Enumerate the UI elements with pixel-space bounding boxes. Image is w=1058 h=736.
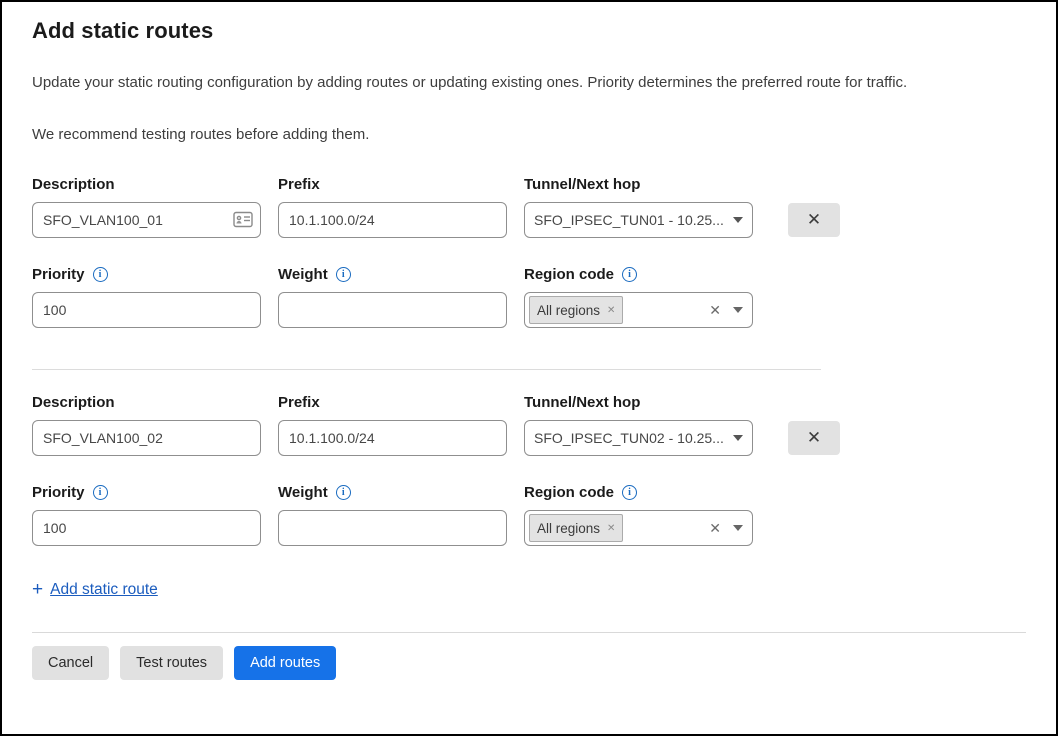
info-icon[interactable]: i [93, 267, 108, 282]
region-label-text: Region code [524, 266, 614, 283]
route-divider [32, 369, 821, 370]
description-input[interactable] [32, 420, 261, 456]
prefix-label: Prefix [278, 176, 507, 193]
chevron-down-icon [733, 217, 743, 223]
tunnel-select[interactable]: SFO_IPSEC_TUN02 - 10.25... [524, 420, 753, 456]
add-routes-button[interactable]: Add routes [234, 646, 336, 680]
add-static-routes-dialog: Add static routes Update your static rou… [2, 2, 1056, 680]
description-input[interactable] [32, 202, 261, 238]
priority-field-1: Priority i [32, 266, 261, 328]
prefix-field-1: Prefix [278, 176, 507, 238]
weight-input[interactable] [278, 292, 507, 328]
contact-card-icon [233, 211, 253, 228]
region-field-1: Region code i All regions ✕ ✕ [524, 266, 753, 328]
priority-label: Priority i [32, 484, 261, 501]
remove-route-button[interactable]: ✕ [788, 203, 840, 237]
tunnel-select[interactable]: SFO_IPSEC_TUN01 - 10.25... [524, 202, 753, 238]
weight-field-1: Weight i [278, 266, 507, 328]
remove-route-button[interactable]: ✕ [788, 421, 840, 455]
tunnel-label: Tunnel/Next hop [524, 394, 753, 411]
add-static-route-row: + Add static route [32, 579, 1026, 601]
region-chip-label: All regions [537, 303, 600, 318]
weight-input[interactable] [278, 510, 507, 546]
info-icon[interactable]: i [336, 267, 351, 282]
intro-text: Update your static routing configuration… [32, 74, 1026, 91]
info-icon[interactable]: i [622, 485, 637, 500]
description-field-2: Description [32, 394, 261, 456]
region-multiselect[interactable]: All regions ✕ ✕ [524, 510, 753, 546]
weight-field-2: Weight i [278, 484, 507, 546]
chip-remove-icon[interactable]: ✕ [607, 523, 615, 534]
tunnel-field-1: Tunnel/Next hop SFO_IPSEC_TUN01 - 10.25.… [524, 176, 753, 238]
priority-field-2: Priority i [32, 484, 261, 546]
description-label: Description [32, 176, 261, 193]
info-icon[interactable]: i [336, 485, 351, 500]
clear-selection-icon[interactable]: ✕ [709, 302, 721, 319]
priority-label: Priority i [32, 266, 261, 283]
region-chip: All regions ✕ [529, 514, 623, 542]
priority-label-text: Priority [32, 266, 85, 283]
description-label: Description [32, 394, 261, 411]
clear-selection-icon[interactable]: ✕ [709, 520, 721, 537]
description-field-1: Description [32, 176, 261, 238]
cancel-button[interactable]: Cancel [32, 646, 109, 680]
prefix-field-2: Prefix [278, 394, 507, 456]
weight-label-text: Weight [278, 484, 328, 501]
priority-label-text: Priority [32, 484, 85, 501]
test-routes-button[interactable]: Test routes [120, 646, 223, 680]
tunnel-selected-value: SFO_IPSEC_TUN02 - 10.25... [534, 430, 725, 446]
region-label-text: Region code [524, 484, 614, 501]
chevron-down-icon [733, 525, 743, 531]
priority-input[interactable] [32, 510, 261, 546]
tunnel-field-2: Tunnel/Next hop SFO_IPSEC_TUN02 - 10.25.… [524, 394, 753, 456]
prefix-label: Prefix [278, 394, 507, 411]
region-label: Region code i [524, 484, 753, 501]
region-multiselect[interactable]: All regions ✕ ✕ [524, 292, 753, 328]
chevron-down-icon [733, 307, 743, 313]
prefix-input[interactable] [278, 420, 507, 456]
tunnel-selected-value: SFO_IPSEC_TUN01 - 10.25... [534, 212, 725, 228]
region-field-2: Region code i All regions ✕ ✕ [524, 484, 753, 546]
weight-label-text: Weight [278, 266, 328, 283]
route-block-1: Description Prefix Tunnel/Next [32, 176, 1026, 328]
route-block-2: Description Prefix Tunnel/Next hop SFO_I… [32, 394, 1026, 546]
footer-actions: Cancel Test routes Add routes [32, 646, 1026, 680]
weight-label: Weight i [278, 484, 507, 501]
recommend-note: We recommend testing routes before addin… [32, 126, 1026, 143]
region-chip: All regions ✕ [529, 296, 623, 324]
weight-label: Weight i [278, 266, 507, 283]
info-icon[interactable]: i [93, 485, 108, 500]
region-chip-label: All regions [537, 521, 600, 536]
footer-divider [32, 632, 1026, 633]
priority-input[interactable] [32, 292, 261, 328]
add-static-route-link[interactable]: Add static route [50, 581, 158, 599]
region-label: Region code i [524, 266, 753, 283]
plus-icon: + [32, 579, 43, 601]
tunnel-label: Tunnel/Next hop [524, 176, 753, 193]
prefix-input[interactable] [278, 202, 507, 238]
page-title: Add static routes [32, 18, 1026, 44]
chevron-down-icon [733, 435, 743, 441]
info-icon[interactable]: i [622, 267, 637, 282]
chip-remove-icon[interactable]: ✕ [607, 305, 615, 316]
